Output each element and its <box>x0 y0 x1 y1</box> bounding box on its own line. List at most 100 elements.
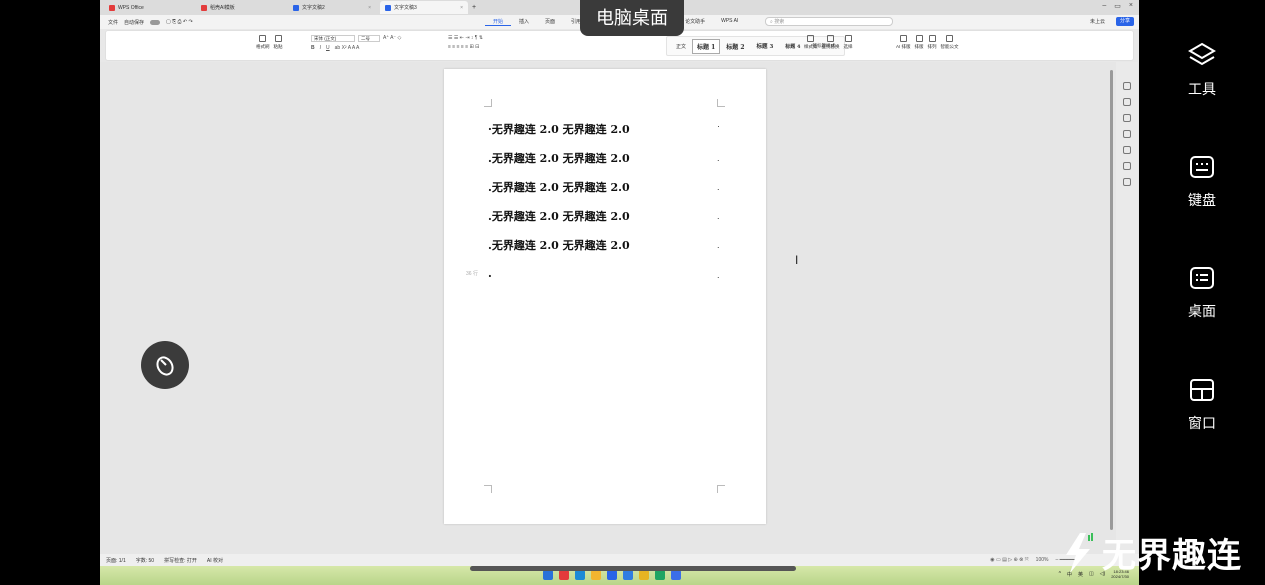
style-heading2[interactable]: 标题 2 <box>720 42 750 51</box>
smart-doc-button[interactable]: 智能公文 <box>941 35 959 50</box>
wps-icon <box>109 4 115 11</box>
font-size-select[interactable]: 二号 <box>358 35 380 42</box>
close-window-icon[interactable]: × <box>1129 2 1133 10</box>
paragraph-mark: . <box>717 240 720 250</box>
select-button[interactable]: 选择 <box>844 35 853 50</box>
file-menu[interactable]: 文件 <box>108 19 118 26</box>
document-area[interactable]: ·无界趣连 2.0 无界趣连 2.0 · .无界趣连 2.0 无界趣连 2.0 … <box>100 62 1139 554</box>
close-icon[interactable]: × <box>368 5 371 11</box>
pen-icon[interactable] <box>1123 82 1131 90</box>
minimize-icon[interactable]: – <box>1102 2 1106 10</box>
wps-icon[interactable] <box>559 570 569 580</box>
tools-label: 工具 <box>1188 81 1216 97</box>
search-input[interactable]: ⌕ 搜索 <box>765 17 893 26</box>
app-icon[interactable] <box>671 570 681 580</box>
font-style-icons[interactable]: B I U ab X² A A A <box>311 45 401 51</box>
tab-docer-ai[interactable]: 稻壳AI模板 <box>196 1 284 14</box>
close-icon[interactable]: × <box>460 5 463 11</box>
find-replace-button[interactable]: 查找替换 <box>822 35 840 50</box>
edge-icon[interactable] <box>575 570 585 580</box>
document-icon <box>946 35 954 42</box>
paragraph-mark: . <box>717 153 720 163</box>
tab-home[interactable]: 开始 <box>485 18 512 26</box>
tab-page[interactable]: 页面 <box>537 18 563 26</box>
desktop-label: 桌面 <box>1188 303 1216 319</box>
brand-watermark: 无界趣连 <box>1060 525 1242 580</box>
zoom-level[interactable]: 100% <box>1036 557 1049 563</box>
style-heading4[interactable]: 标题 4 <box>779 43 806 50</box>
spell-check[interactable]: 拼写检查: 打开 <box>164 557 197 564</box>
document-line[interactable]: .无界趣连 2.0 无界趣连 2.0 <box>488 237 630 253</box>
document-line[interactable]: .无界趣连 2.0 无界趣连 2.0 <box>488 179 630 195</box>
tab-wps-ai[interactable]: WPS AI <box>713 18 746 26</box>
mouse-mode-button[interactable] <box>141 341 189 389</box>
chrome-icon[interactable] <box>591 570 601 580</box>
page-count[interactable]: 页面: 1/1 <box>106 557 126 564</box>
font-size-icons[interactable]: A⁺ A⁻ ◇ <box>383 35 401 42</box>
paragraph-group: ☰ ☰ ⇤ ⇥ ↕ ¶ ⇅ ≡ ≡ ≡ ≡ ≡ ⊞ ⊟ <box>448 35 483 50</box>
style-normal[interactable]: 正文 <box>670 43 692 50</box>
shield-icon[interactable] <box>1123 162 1131 170</box>
margin-corner <box>484 99 492 107</box>
desktop-button[interactable]: 桌面 <box>1139 266 1265 321</box>
document-line[interactable]: .无界趣连 2.0 无界趣连 2.0 <box>488 150 630 166</box>
format-painter-button[interactable]: 格式刷 <box>256 35 270 50</box>
tab-doc3[interactable]: 文字文稿3 × <box>380 1 468 14</box>
tab-label: 稻壳AI模板 <box>210 5 235 11</box>
folder-icon[interactable] <box>639 570 649 580</box>
app-icon[interactable] <box>607 570 617 580</box>
home-indicator[interactable] <box>470 566 796 571</box>
vertical-scrollbar[interactable] <box>1110 70 1113 530</box>
word-count[interactable]: 字数: 50 <box>136 557 154 564</box>
margin-corner <box>717 99 725 107</box>
empty-line[interactable]: . <box>488 267 492 280</box>
tab-doc2[interactable]: 文字文稿2 × <box>288 1 376 14</box>
taskbar-apps <box>543 570 681 580</box>
arrange-button[interactable]: 排版 <box>915 35 924 50</box>
quick-access-icons[interactable]: ▢ ⎘ ⎙ ↶ ↷ <box>166 19 193 25</box>
keyboard-button[interactable]: 键盘 <box>1139 155 1265 210</box>
status-bar: 页面: 1/1 字数: 50 拼写检查: 打开 AI 校对 ◉ ▭ ▤ ▷ ⊕ … <box>100 554 1139 566</box>
view-icons[interactable]: ◉ ▭ ▤ ▷ ⊕ ⊗ ⤧ <box>990 557 1028 563</box>
window-button[interactable]: 窗口 <box>1139 378 1265 433</box>
paste-button[interactable]: 粘贴 <box>274 35 283 50</box>
tools-button[interactable]: 工具 <box>1139 42 1265 99</box>
start-icon[interactable] <box>543 570 553 580</box>
help-icon[interactable] <box>1123 178 1131 186</box>
arrange-icon <box>928 35 936 42</box>
app-icon[interactable] <box>623 570 633 580</box>
cloud-status[interactable]: 未上云 <box>1090 18 1105 25</box>
share-button[interactable]: 分享 <box>1115 17 1134 26</box>
mouse-icon <box>156 356 174 376</box>
font-name-select[interactable]: 宋体 (正文) <box>311 35 355 42</box>
margin-corner <box>484 485 492 493</box>
tab-wps-office[interactable]: WPS Office <box>104 1 192 14</box>
adjust-icon[interactable] <box>1123 114 1131 122</box>
remote-desktop[interactable]: WPS Office 稻壳AI模板 文字文稿2 × 文字文稿3 × + – ▭ … <box>100 0 1139 585</box>
style-heading3[interactable]: 标题 3 <box>751 42 780 50</box>
list-icons[interactable]: ☰ ☰ ⇤ ⇥ ↕ ¶ ⇅ <box>448 35 483 41</box>
ai-proofread[interactable]: AI 校对 <box>207 557 223 564</box>
style-set-button[interactable]: 样式集 <box>804 35 818 50</box>
style-heading1[interactable]: 标题 1 <box>692 38 721 54</box>
wechat-icon[interactable] <box>655 570 665 580</box>
keyboard-label: 键盘 <box>1188 192 1216 208</box>
search-placeholder: 搜索 <box>774 19 785 25</box>
autosave-toggle[interactable] <box>150 19 161 25</box>
translate-icon[interactable] <box>1123 146 1131 154</box>
keyboard-icon <box>1190 156 1214 178</box>
ai-layout-button[interactable]: AI 排版 <box>896 35 911 50</box>
document-page[interactable]: ·无界趣连 2.0 无界趣连 2.0 · .无界趣连 2.0 无界趣连 2.0 … <box>444 69 766 524</box>
align-icons[interactable]: ≡ ≡ ≡ ≡ ≡ ⊞ ⊟ <box>448 44 483 50</box>
control-panel: 工具 键盘 桌面 窗口 <box>1139 0 1265 585</box>
settings-icon[interactable] <box>1123 130 1131 138</box>
tab-insert[interactable]: 插入 <box>511 18 537 26</box>
document-line[interactable]: .无界趣连 2.0 无界趣连 2.0 <box>488 208 630 224</box>
rows-button[interactable]: 排列 <box>928 35 937 50</box>
new-tab-icon[interactable]: + <box>472 4 476 11</box>
maximize-icon[interactable]: ▭ <box>1114 2 1121 10</box>
document-line[interactable]: ·无界趣连 2.0 无界趣连 2.0 <box>488 121 630 137</box>
select-icon[interactable] <box>1123 98 1131 106</box>
docer-icon <box>201 4 207 11</box>
screen: WPS Office 稻壳AI模板 文字文稿2 × 文字文稿3 × + – ▭ … <box>0 0 1265 585</box>
